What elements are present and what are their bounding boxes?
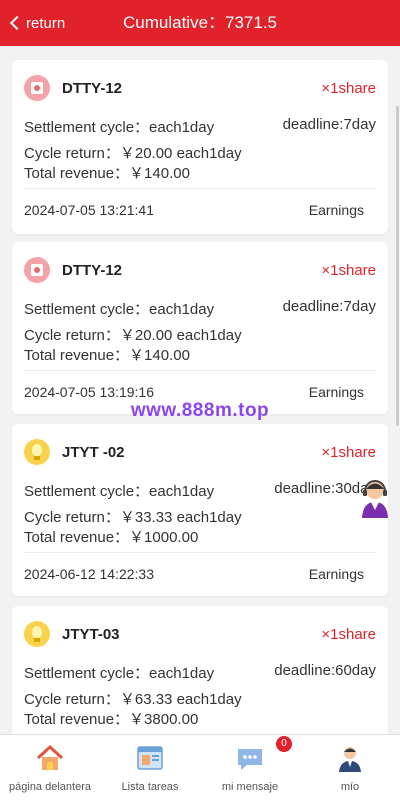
bottom-tab-bar: página delantera Lista tareas mi mensaje… xyxy=(0,734,400,801)
product-name: JTYT-03 xyxy=(62,625,120,643)
user-icon xyxy=(339,747,361,772)
settlement-row: Settlement cycle：each1day deadline:7day xyxy=(24,298,376,319)
cycle-return: Cycle return：￥20.00 each1day xyxy=(24,327,242,344)
gear-coin-icon xyxy=(24,75,50,101)
lightbulb-icon xyxy=(24,621,50,647)
tab-home-label: página delantera xyxy=(9,781,91,793)
tab-task-list-label: Lista tareas xyxy=(121,781,179,793)
tab-mine-label: mío xyxy=(340,781,360,793)
share-count: ×1share xyxy=(321,80,376,97)
product-name: DTTY-12 xyxy=(62,261,123,279)
total-revenue: Total revenue：￥140.00 xyxy=(24,165,190,182)
purchase-datetime: 2024-06-12 14:22:33 xyxy=(24,566,154,582)
product-name: JTYT -02 xyxy=(62,443,125,461)
divider xyxy=(24,188,376,189)
settlement-row: Settlement cycle：each1day deadline:30day xyxy=(24,480,376,501)
task-list-icon xyxy=(137,746,163,770)
total-revenue: Total revenue：￥3800.00 xyxy=(24,711,199,728)
scrollbar[interactable] xyxy=(396,106,399,426)
settlement-row: Settlement cycle：each1day deadline:60day xyxy=(24,662,376,683)
share-count: ×1share xyxy=(321,262,376,279)
tab-task-list[interactable]: Lista tareas xyxy=(100,735,200,801)
settlement-cycle: Settlement cycle：each1day xyxy=(24,483,215,500)
settlement-row: Settlement cycle：each1day deadline:7day xyxy=(24,116,376,137)
gear-coin-icon xyxy=(24,257,50,283)
card-footer: 2024-07-05 13:21:41 Earnings xyxy=(24,202,376,218)
card-footer: 2024-06-12 14:22:33 Earnings xyxy=(24,566,376,582)
divider xyxy=(24,552,376,553)
settlement-cycle: Settlement cycle：each1day xyxy=(24,665,215,682)
investment-card[interactable]: JTYT -02 ×1share Settlement cycle：each1d… xyxy=(12,424,388,596)
tab-mine[interactable]: mío xyxy=(300,735,400,801)
status-label: Earnings xyxy=(308,202,364,218)
share-count: ×1share xyxy=(321,626,376,643)
investment-card[interactable]: DTTY-12 ×1share Settlement cycle：each1da… xyxy=(12,242,388,414)
watermark-text: www.888m.top xyxy=(130,400,270,421)
share-count: ×1share xyxy=(321,444,376,461)
divider xyxy=(24,370,376,371)
investment-list[interactable]: DTTY-12 ×1share Settlement cycle：each1da… xyxy=(0,46,400,734)
total-revenue: Total revenue：￥1000.00 xyxy=(24,529,199,546)
lightbulb-icon xyxy=(24,439,50,465)
cycle-return: Cycle return：￥63.33 each1day xyxy=(24,691,242,708)
status-label: Earnings xyxy=(308,566,364,582)
tab-home[interactable]: página delantera xyxy=(0,735,100,801)
message-count-badge: 0 xyxy=(276,736,292,752)
total-revenue: Total revenue：￥140.00 xyxy=(24,347,190,364)
home-icon xyxy=(36,744,64,770)
purchase-datetime: 2024-07-05 13:19:16 xyxy=(24,384,154,400)
cycle-return: Cycle return：￥20.00 each1day xyxy=(24,145,242,162)
investment-card[interactable]: JTYT-03 ×1share Settlement cycle：each1da… xyxy=(12,606,388,734)
product-name: DTTY-12 xyxy=(62,79,123,97)
deadline: deadline:7day xyxy=(282,298,376,315)
settlement-cycle: Settlement cycle：each1day xyxy=(24,301,215,318)
purchase-datetime: 2024-07-05 13:21:41 xyxy=(24,202,154,218)
status-label: Earnings xyxy=(308,384,364,400)
customer-service-icon[interactable] xyxy=(359,478,391,518)
tab-messages-label: mi mensaje xyxy=(221,781,279,793)
deadline: deadline:60day xyxy=(274,662,376,679)
cycle-return: Cycle return：￥33.33 each1day xyxy=(24,509,242,526)
top-bar: return Cumulative：7371.5 xyxy=(0,0,400,46)
deadline: deadline:7day xyxy=(282,116,376,133)
chat-icon xyxy=(238,749,262,770)
settlement-cycle: Settlement cycle：each1day xyxy=(24,119,215,136)
investment-card[interactable]: DTTY-12 ×1share Settlement cycle：each1da… xyxy=(12,60,388,234)
card-footer: 2024-07-05 13:19:16 Earnings xyxy=(24,384,376,400)
page-title: Cumulative：7371.5 xyxy=(122,13,278,32)
